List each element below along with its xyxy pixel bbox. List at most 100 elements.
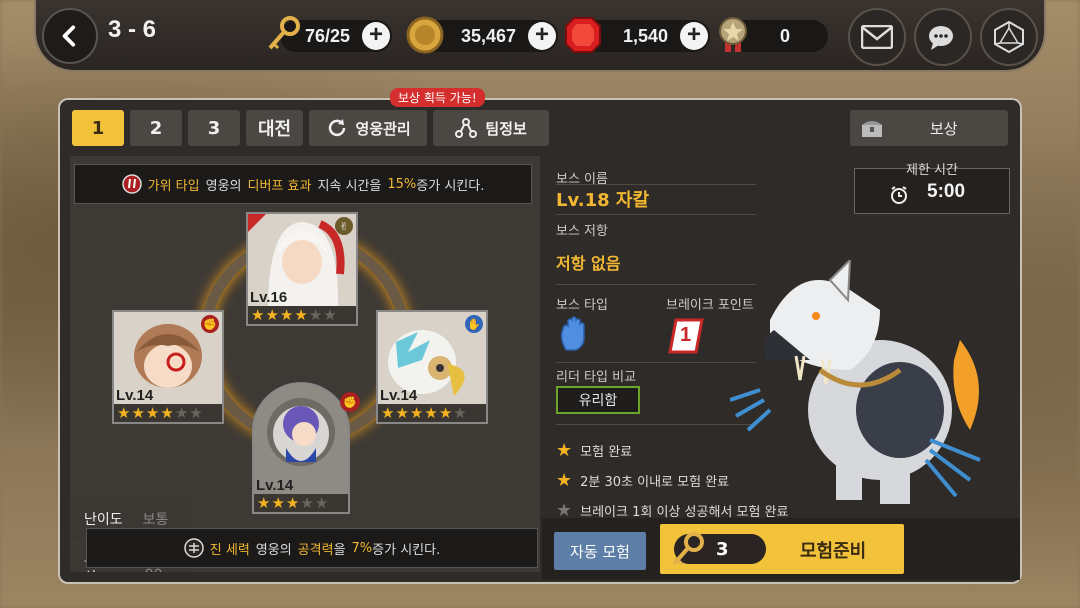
leader-buff-bottom: 진 세력 영웅의 공격력 을 7% 증가 시킨다. (86, 528, 538, 568)
rock-type-badge-icon: ✊ (340, 392, 360, 412)
reward-button[interactable]: 보상 (850, 110, 1008, 146)
hero-stars: ★ ★ ★ ★ ★ (254, 494, 348, 512)
hero-level: Lv.16 (250, 289, 288, 306)
hero-stars: ★ ★ ★ ★ ★ ★ (114, 404, 222, 422)
mission-row: ★ 모험 완료 (556, 440, 632, 461)
boss-resist: 저항 없음 (556, 254, 621, 273)
tab-team-2[interactable]: 2 (130, 110, 182, 146)
auto-adventure-button[interactable]: 자동 모험 (554, 532, 646, 570)
hero-slot-bottom[interactable]: Lv.14 ★ ★ ★ ★ ★ (252, 382, 350, 514)
rock-type-badge-icon: ✊ (201, 315, 219, 333)
add-rubies-button[interactable]: + (680, 22, 708, 50)
buff-amount: 15% (387, 176, 417, 192)
tab-hero-management-label: 영웅관리 (355, 119, 411, 138)
divider (556, 184, 756, 185)
ruby-count: 1,540 (622, 25, 668, 46)
key-icon (268, 16, 300, 50)
difficulty-label: 난이도 (84, 512, 123, 528)
divider (556, 424, 756, 425)
tab-team-3[interactable]: 3 (188, 110, 240, 146)
mission-row: ★ 2분 30초 이내로 모험 완료 (556, 470, 729, 491)
refresh-icon (328, 119, 345, 137)
boss-type-label: 보스 타입 (556, 298, 608, 313)
difficulty-value: 보통 (142, 512, 169, 528)
honor-count: 0 (779, 25, 790, 46)
treasure-chest-icon (862, 121, 882, 137)
dice-button[interactable] (980, 8, 1038, 66)
buff-mid: 을 (333, 542, 346, 558)
stage-title: 3 - 6 (108, 16, 157, 43)
boss-resist-label: 보스 저항 (556, 224, 608, 239)
buff-pre: 영웅의 (205, 178, 242, 194)
tab-team-1[interactable]: 1 (72, 110, 124, 146)
boss-jackal-image (730, 260, 981, 504)
gold-count: 35,467 (460, 25, 516, 46)
d20-dice-icon (994, 20, 1024, 54)
hero-level: Lv.14 (256, 477, 294, 494)
key-count: 76/25 (304, 25, 350, 46)
chat-icon (929, 26, 953, 50)
tab-hero-management[interactable]: 영웅관리 (309, 110, 428, 146)
back-button[interactable] (42, 8, 98, 64)
ruby-icon (565, 17, 601, 53)
tab-bar: 1 2 3 대전 영웅관리 팀정보 (72, 110, 550, 146)
tab-pvp[interactable]: 대전 (246, 110, 304, 146)
divider (556, 362, 756, 363)
ready-button-label: 모험준비 (800, 541, 867, 562)
paper-type-badge-icon: ✋ (465, 315, 483, 333)
mission-star-icon: ★ (556, 470, 573, 491)
paper-type-icon (560, 316, 585, 351)
tab-team-info[interactable]: 팀정보 (433, 110, 550, 146)
stage-panel: 1 2 3 대전 영웅관리 팀정보 보상 획득 가능! 보상 가위 타입 영웅의… (58, 88, 1022, 584)
mail-icon (861, 25, 893, 49)
mission-star-icon: ★ (556, 440, 573, 461)
chat-button[interactable] (914, 8, 972, 66)
hero-level: Lv.14 (116, 387, 154, 404)
alarm-clock-icon (891, 186, 907, 204)
reward-button-label: 보상 (930, 119, 958, 138)
action-bar: 자동 모험 3 모험준비 (542, 518, 1020, 580)
boss-name: Lv.18 자칼 (556, 190, 650, 211)
scissors-type-icon (121, 174, 142, 194)
team-formation: 가위 타입 영웅의 디버프 효과 지속 시간을 15% 증가 시킨다. Lv.1… (70, 156, 540, 572)
leader-buff-top: 가위 타입 영웅의 디버프 효과 지속 시간을 15% 증가 시킨다. (74, 164, 532, 204)
leader-compare-label: 리더 타입 비교 (556, 370, 637, 385)
mail-button[interactable] (848, 8, 906, 66)
buff-post: 증가 시킨다. (416, 178, 485, 194)
divider (556, 284, 756, 285)
break-point-value: 1 (680, 324, 692, 346)
leader-compare-tag: 유리함 (556, 386, 640, 414)
mission-text: 2분 30초 이내로 모험 완료 (580, 475, 730, 490)
buff-effect: 디버프 효과 (247, 178, 312, 194)
hero-level: Lv.14 (380, 387, 418, 404)
team-network-icon (455, 118, 478, 138)
hero-stars: ★ ★ ★ ★ ★ ★ (248, 306, 356, 324)
gold-coin-icon (406, 16, 444, 54)
scissors-type-badge-icon: ✌ (335, 217, 353, 235)
hero-slot-top[interactable]: Lv.16 ★ ★ ★ ★ ★ ★ ✌ (246, 212, 358, 326)
key-icon (672, 532, 704, 566)
ready-cost-value: 3 (716, 538, 729, 560)
mission-text: 모험 완료 (580, 445, 633, 460)
back-arrow-icon (62, 25, 76, 47)
boss-info: 보스 이름 Lv.18 자칼 보스 저항 저항 없음 보스 타입 브레이크 포인… (542, 156, 1020, 521)
hero-slot-right[interactable]: Lv.14 ★ ★ ★ ★ ★ ★ ✋ (376, 310, 488, 424)
buff-post: 증가 시킨다. (372, 542, 441, 558)
hero-stars: ★ ★ ★ ★ ★ ★ (378, 404, 486, 422)
buff-effect: 공격력 (297, 542, 334, 558)
hero-slot-left[interactable]: Lv.14 ★ ★ ★ ★ ★ ★ ✊ (112, 310, 224, 424)
add-gold-button[interactable]: + (528, 22, 556, 50)
buff-mid: 지속 시간을 (317, 178, 382, 194)
time-limit-label: 제한 시간 (906, 163, 958, 178)
buff-pre: 영웅의 (255, 542, 292, 558)
honor-medal-icon (719, 17, 747, 52)
reward-available-badge: 보상 획득 가능! (390, 88, 485, 107)
time-limit-value: 5:00 (927, 181, 966, 202)
faction-emblem-icon (184, 538, 204, 558)
tab-team-info-label: 팀정보 (485, 119, 527, 138)
time-limit-box: 제한 시간 5:00 (854, 163, 1010, 214)
add-keys-button[interactable]: + (362, 22, 390, 50)
buff-type: 가위 타입 (147, 178, 200, 194)
buff-amount: 7% (351, 540, 373, 556)
adventure-ready-button[interactable]: 3 모험준비 (660, 524, 904, 574)
